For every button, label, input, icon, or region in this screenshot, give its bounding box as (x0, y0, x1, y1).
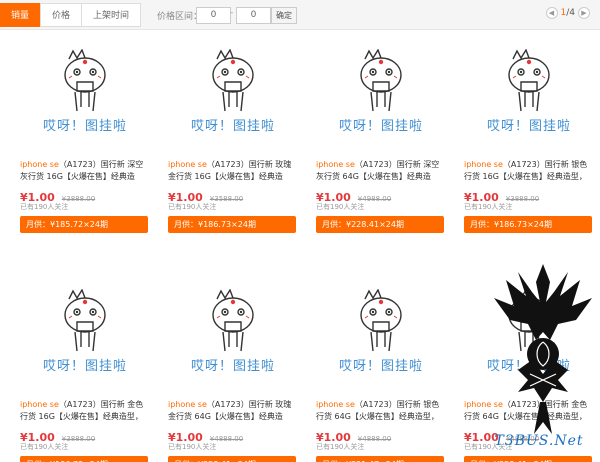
page-indicator: 1/4 (561, 8, 576, 18)
price-row: ¥1.00 ¥3888.00 (20, 186, 150, 204)
product-card[interactable]: 哎呀！图挂啦 iphone se（A1723）国行新 深空灰行货 64G【火爆在售… (316, 45, 446, 233)
tribal-dragon-watermark-icon (494, 264, 592, 434)
installment-button[interactable]: 月供：¥186.73×24期 (20, 456, 148, 462)
follower-count: 已有190人关注 (20, 203, 69, 211)
image-error-caption: 哎呀！图挂啦 (190, 359, 275, 374)
chevron-left-icon[interactable]: ◀ (545, 7, 558, 19)
follower-count: 已有190人关注 (316, 443, 365, 451)
broken-image-face-icon (212, 49, 254, 112)
product-title[interactable]: iphone se（A1723）国行新 深空灰行货 64G【火爆在售】经典造型，… (316, 159, 441, 183)
product-title[interactable]: iphone se（A1723）国行新 玫瑰金行货 16G【火爆在售】经典造型，… (168, 159, 293, 183)
broken-image-face-icon (360, 289, 402, 352)
product-card[interactable]: 哎呀！图挂啦 iphone se（A1723）国行新 玫瑰金行货 64G【火爆在售… (168, 285, 298, 462)
product-title[interactable]: iphone se（A1723）国行新 金色行货 16G【火爆在售】经典造型，搭… (20, 399, 145, 423)
follower-count: 已有190人关注 (168, 203, 217, 211)
broken-image-face-icon (360, 49, 402, 112)
image-error-caption: 哎呀！图挂啦 (190, 119, 275, 134)
product-image-placeholder[interactable]: 哎呀！图挂啦 (20, 45, 150, 155)
product-brand: iphone se (168, 400, 207, 409)
product-title[interactable]: iphone se（A1723）国行新 深空灰行货 16G【火爆在售】经典造型，… (20, 159, 145, 183)
product-image-placeholder[interactable]: 哎呀！图挂啦 (168, 285, 298, 395)
sort-tab-listing-time[interactable]: 上架时间 (81, 3, 142, 27)
image-error-caption: 哎呀！图挂啦 (338, 359, 423, 374)
product-image-placeholder[interactable]: 哎呀！图挂啦 (20, 285, 150, 395)
price-max-input[interactable]: 0 (236, 7, 271, 24)
broken-image-face-icon (508, 49, 550, 112)
filter-toolbar: 销量 价格 上架时间 价格区间： 0 - 0 确定 ◀ 1/4 ▶ (0, 0, 600, 30)
product-card[interactable]: 哎呀！图挂啦 iphone se（A1723）国行新 金色行货 16G【火爆在售】… (20, 285, 150, 462)
installment-button[interactable]: 月供：¥228.41×24期 (316, 216, 444, 233)
product-brand: iphone se (20, 160, 59, 169)
follower-count: 已有190人关注 (316, 203, 365, 211)
image-error-caption: 哎呀！图挂啦 (338, 119, 423, 134)
chevron-right-icon[interactable]: ▶ (578, 7, 590, 19)
product-card[interactable]: 哎呀！图挂啦 iphone se（A1723）国行新 玫瑰金行货 16G【火爆在售… (168, 45, 298, 233)
pager: ◀ 1/4 ▶ (545, 7, 590, 19)
product-title[interactable]: iphone se（A1723）国行新 银色行货 64G【火爆在售】经典造型，搭… (316, 399, 441, 423)
watermark-text: T3BUS.Net (494, 433, 584, 449)
product-brand: iphone se (168, 160, 207, 169)
installment-button[interactable]: 月供：¥228.41×24期 (168, 456, 296, 462)
follower-count: 已有190人关注 (168, 443, 217, 451)
price-confirm-button[interactable]: 确定 (271, 7, 297, 24)
product-card[interactable]: 哎呀！图挂啦 iphone se（A1723）国行新 深空灰行货 16G【火爆在售… (20, 45, 150, 233)
product-card[interactable]: 哎呀！图挂啦 iphone se（A1723）国行新 银色行货 16G【火爆在售】… (464, 45, 594, 233)
total-pages: /4 (566, 8, 575, 18)
installment-button[interactable]: 月供：¥185.72×24期 (20, 216, 148, 233)
product-brand: iphone se (316, 400, 355, 409)
product-title[interactable]: iphone se（A1723）国行新 玫瑰金行货 64G【火爆在售】经典造型，… (168, 399, 293, 423)
price-row: ¥1.00 ¥4888.00 (316, 426, 446, 444)
broken-image-face-icon (212, 289, 254, 352)
follower-count: 已有190人关注 (464, 203, 513, 211)
product-brand: iphone se (464, 160, 503, 169)
product-title[interactable]: iphone se（A1723）国行新 银色行货 16G【火爆在售】经典造型，搭… (464, 159, 589, 183)
installment-button[interactable]: 月供：¥186.73×24期 (464, 216, 592, 233)
product-image-placeholder[interactable]: 哎呀！图挂啦 (464, 45, 594, 155)
image-error-caption: 哎呀！图挂啦 (486, 119, 571, 134)
price-row: ¥1.00 ¥3588.00 (168, 186, 298, 204)
sort-tabs: 销量 价格 上架时间 (0, 3, 142, 27)
broken-image-face-icon (64, 49, 106, 112)
product-card[interactable]: 哎呀！图挂啦 iphone se（A1723）国行新 银色行货 64G【火爆在售】… (316, 285, 446, 462)
price-row: ¥1.00 ¥4988.00 (316, 186, 446, 204)
price-range-separator: - (230, 8, 234, 18)
sort-tab-sales[interactable]: 销量 (0, 3, 42, 27)
installment-button[interactable]: 月供：¥186.73×24期 (168, 216, 296, 233)
price-row: ¥1.00 ¥3888.00 (20, 426, 150, 444)
price-min-input[interactable]: 0 (196, 7, 231, 24)
follower-count: 已有190人关注 (20, 443, 69, 451)
image-error-caption: 哎呀！图挂啦 (42, 119, 127, 134)
product-brand: iphone se (316, 160, 355, 169)
price-row: ¥1.00 ¥4888.00 (168, 426, 298, 444)
image-error-caption: 哎呀！图挂啦 (42, 359, 127, 374)
broken-image-face-icon (64, 289, 106, 352)
installment-button[interactable]: 月供：¥228.41×24期 (464, 456, 592, 462)
installment-button[interactable]: 月供：¥221.47×24期 (316, 456, 444, 462)
product-image-placeholder[interactable]: 哎呀！图挂啦 (316, 285, 446, 395)
sort-tab-price[interactable]: 价格 (40, 3, 83, 27)
product-image-placeholder[interactable]: 哎呀！图挂啦 (316, 45, 446, 155)
price-row: ¥1.00 ¥3888.00 (464, 186, 594, 204)
product-image-placeholder[interactable]: 哎呀！图挂啦 (168, 45, 298, 155)
product-brand: iphone se (20, 400, 59, 409)
